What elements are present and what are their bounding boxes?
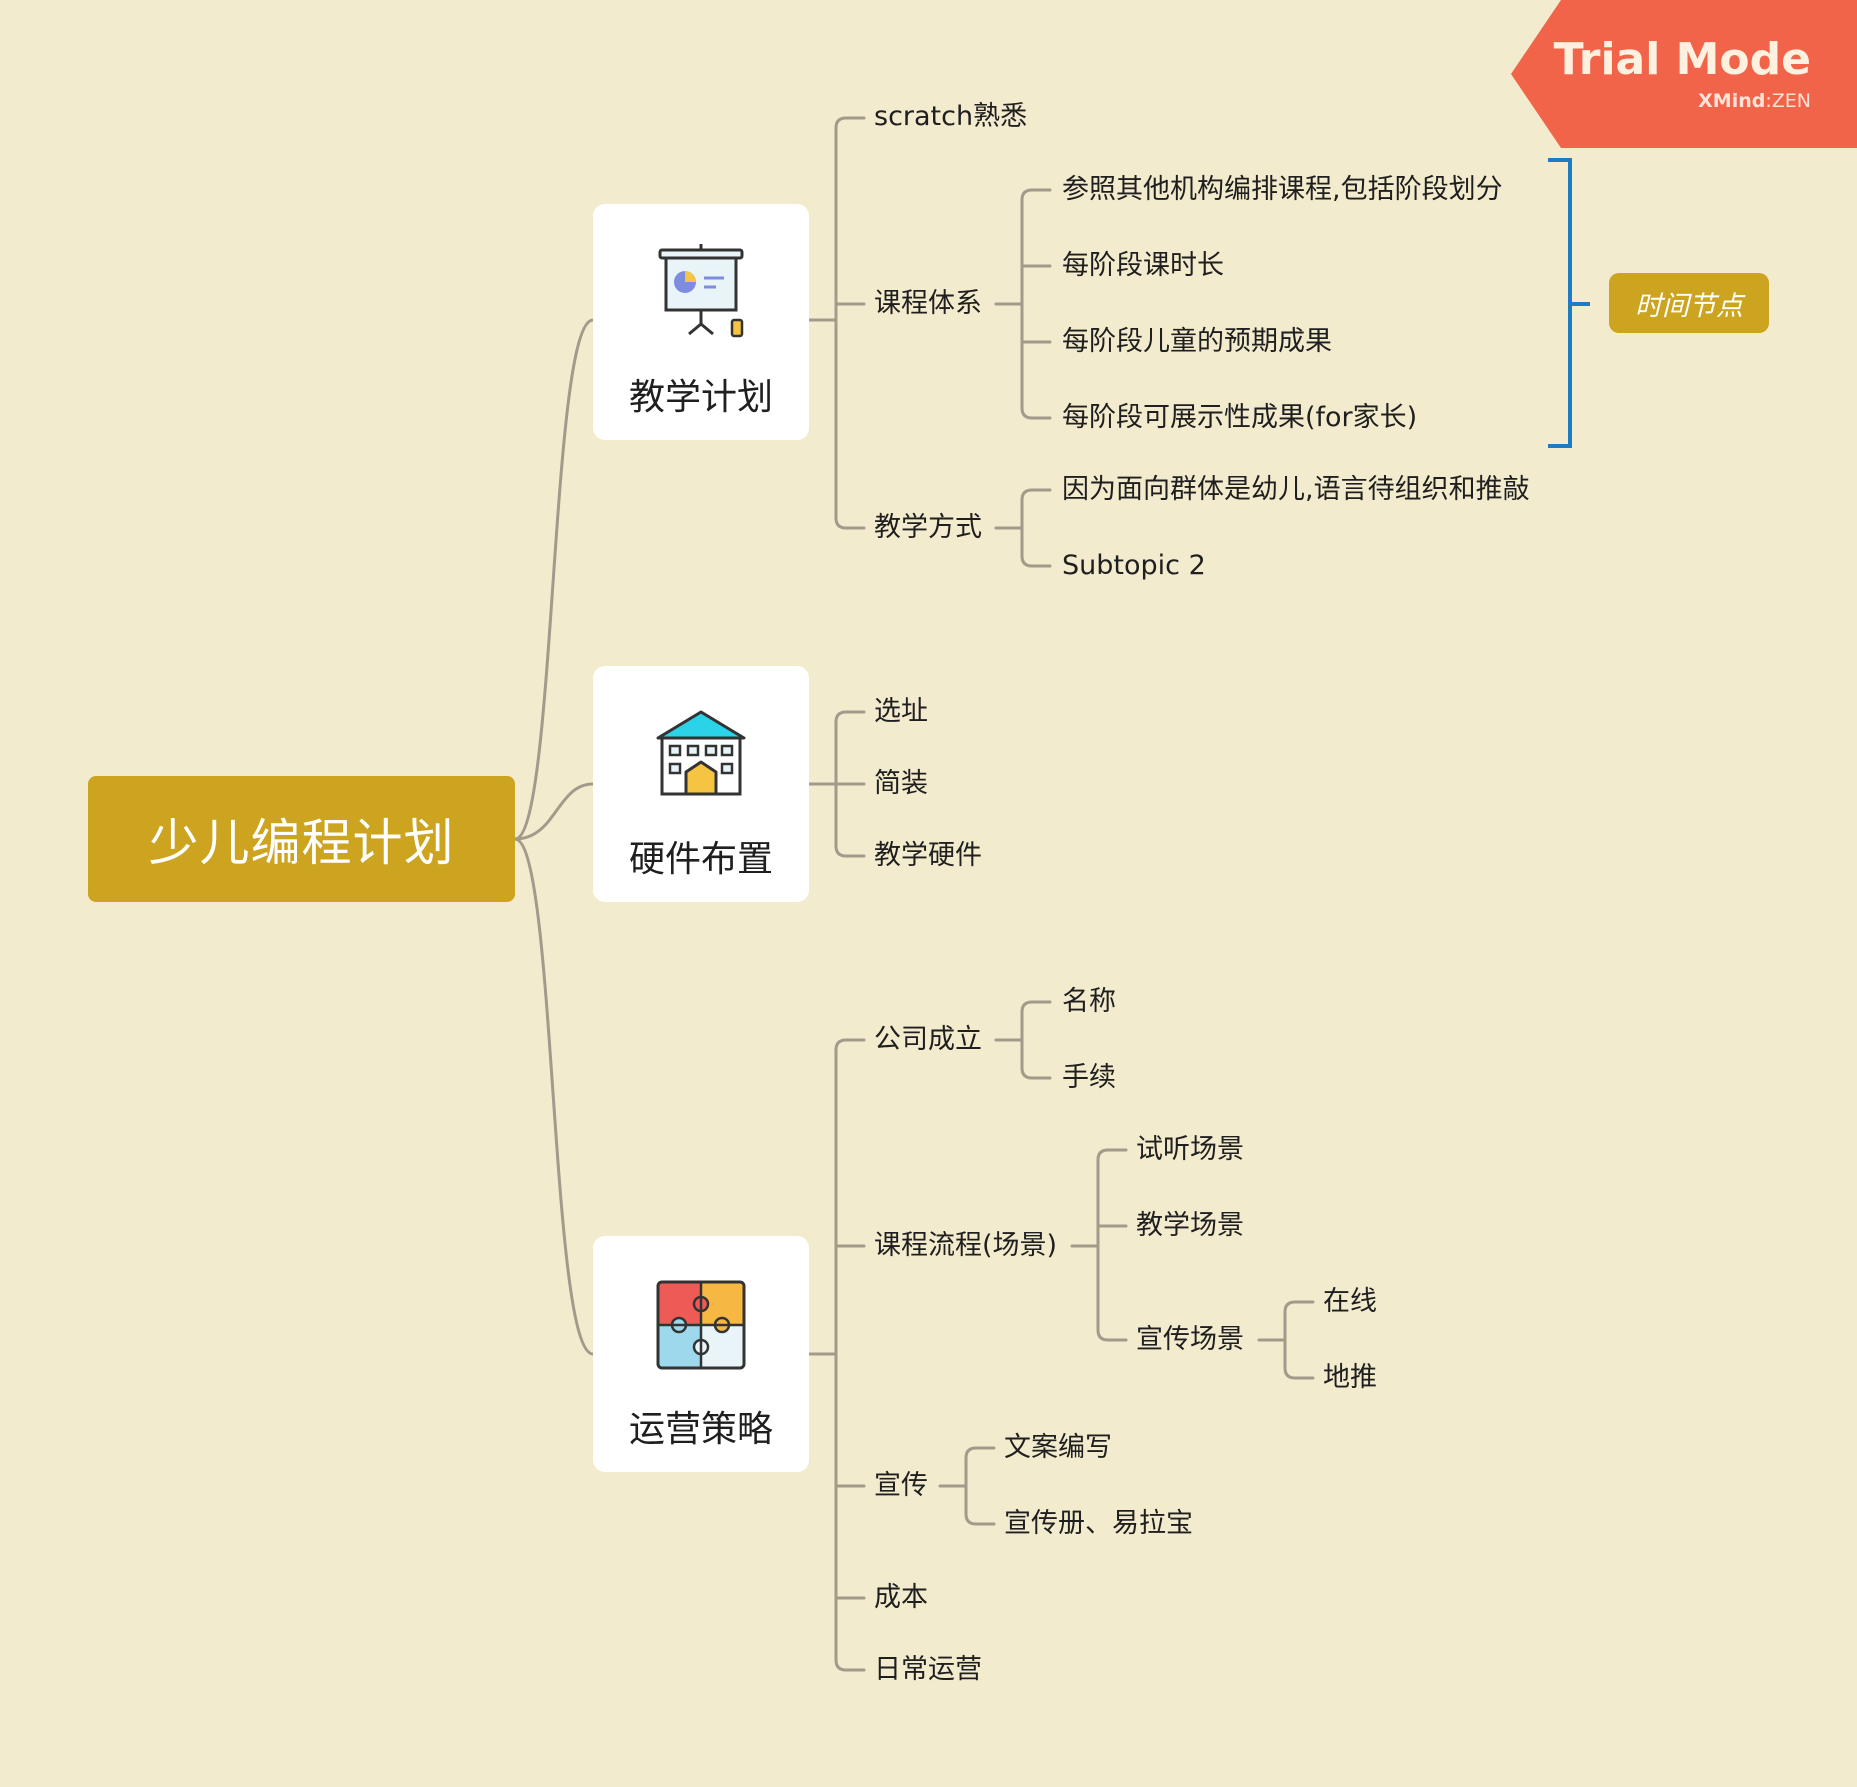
- topic-stage-showcase[interactable]: 每阶段可展示性成果(for家长): [1062, 401, 1417, 435]
- topic-subtopic-2[interactable]: Subtopic 2: [1062, 549, 1206, 583]
- topic-brochures[interactable]: 宣传册、易拉宝: [1004, 1507, 1193, 1541]
- branch-card-teaching-plan[interactable]: 教学计划: [593, 204, 809, 440]
- building-icon: [656, 710, 746, 796]
- topic-language-note[interactable]: 因为面向群体是幼儿,语言待组织和推敲: [1062, 473, 1530, 507]
- topic-course-system[interactable]: 课程体系: [874, 287, 982, 321]
- topic-company-name[interactable]: 名称: [1062, 985, 1116, 1019]
- topic-trial-scenario[interactable]: 试听场景: [1136, 1133, 1244, 1167]
- topic-cost[interactable]: 成本: [874, 1581, 928, 1615]
- topic-daily-operations[interactable]: 日常运营: [874, 1653, 982, 1687]
- topic-promo-scenario[interactable]: 宣传场景: [1136, 1323, 1244, 1357]
- topic-online[interactable]: 在线: [1323, 1285, 1377, 1319]
- branch-title-hardware: 硬件布置: [628, 839, 773, 880]
- trial-mode-title: Trial Mode: [1553, 34, 1811, 85]
- topic-scratch[interactable]: scratch熟悉: [874, 100, 1027, 134]
- topic-procedures[interactable]: 手续: [1062, 1061, 1116, 1095]
- topic-teaching-method[interactable]: 教学方式: [874, 511, 982, 545]
- topic-course-reference[interactable]: 参照其他机构编排课程,包括阶段划分: [1062, 173, 1503, 207]
- topic-site-selection[interactable]: 选址: [874, 695, 928, 729]
- summary-label: 时间节点: [1635, 290, 1743, 322]
- root-topic-label: 少儿编程计划: [148, 814, 455, 872]
- trial-mode-brand: XMind:ZEN: [1698, 90, 1811, 112]
- topic-simple-decoration[interactable]: 简装: [874, 767, 928, 801]
- brand-name: XMind: [1698, 90, 1766, 112]
- brand-edition: ZEN: [1771, 90, 1811, 112]
- topic-company-setup[interactable]: 公司成立: [874, 1023, 982, 1057]
- topic-copywriting[interactable]: 文案编写: [1004, 1431, 1112, 1465]
- summary-time-node[interactable]: 时间节点: [1609, 273, 1769, 333]
- topic-offline-promo[interactable]: 地推: [1323, 1361, 1377, 1395]
- topic-stage-duration[interactable]: 每阶段课时长: [1062, 249, 1224, 283]
- branch-card-hardware[interactable]: 硬件布置: [593, 666, 809, 902]
- branch-title-operations: 运营策略: [628, 1409, 773, 1450]
- trial-mode-banner: Trial Mode XMind:ZEN: [1511, 0, 1857, 148]
- topic-stage-outcomes[interactable]: 每阶段儿童的预期成果: [1062, 325, 1332, 359]
- mind-map-canvas: 少儿编程计划 教学计划 硬件布置 运营策略 scratch熟悉 课程体系 教学方…: [0, 0, 1857, 1787]
- topic-teaching-scenario[interactable]: 教学场景: [1136, 1209, 1244, 1243]
- topic-promotion[interactable]: 宣传: [874, 1469, 928, 1503]
- presentation-board-icon: [658, 244, 744, 338]
- branch-card-operations[interactable]: 运营策略: [593, 1236, 809, 1472]
- root-topic[interactable]: 少儿编程计划: [88, 776, 515, 902]
- topic-teaching-hardware[interactable]: 教学硬件: [874, 839, 982, 873]
- branch-title-teaching-plan: 教学计划: [628, 377, 773, 418]
- puzzle-icon: [656, 1280, 746, 1370]
- topic-course-flow[interactable]: 课程流程(场景): [874, 1229, 1057, 1263]
